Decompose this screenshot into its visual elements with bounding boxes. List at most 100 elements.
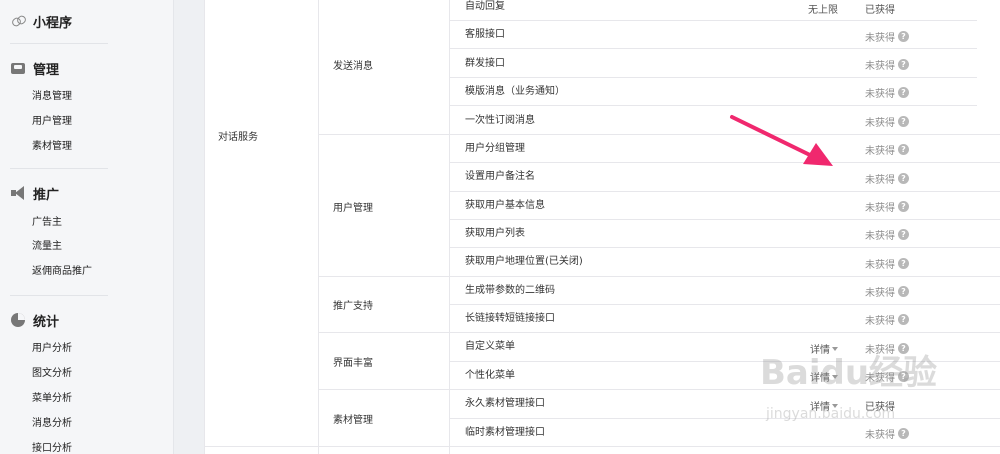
status-text: 未获得	[865, 175, 895, 186]
row-divider	[449, 20, 977, 21]
permission-status: 未获得?	[865, 171, 909, 186]
help-icon[interactable]: ?	[898, 87, 909, 98]
sidebar-item-user-analysis[interactable]: 用户分析	[32, 342, 72, 356]
nav-section-label: 管理	[33, 62, 60, 78]
status-text: 未获得	[865, 231, 895, 242]
permission-status: 未获得?	[865, 142, 909, 157]
category-promote-support: 推广支持	[333, 301, 373, 312]
permission-limit: 无上限	[808, 5, 838, 16]
group-divider	[205, 446, 1000, 447]
nav-section-label: 小程序	[33, 15, 73, 31]
nav-section-label: 统计	[33, 314, 60, 330]
permission-name: 个性化菜单	[465, 370, 515, 381]
sidebar-item-api-analysis[interactable]: 接口分析	[32, 442, 72, 454]
permission-name: 一次性订阅消息	[465, 115, 535, 126]
service-group-label: 对话服务	[218, 132, 258, 143]
megaphone-icon	[10, 185, 26, 201]
sidebar-item-material-manage[interactable]: 素材管理	[32, 140, 72, 154]
help-icon[interactable]: ?	[898, 201, 909, 212]
permission-name: 永久素材管理接口	[465, 398, 545, 409]
watermark-brand: Baidu经验	[760, 353, 937, 393]
help-icon[interactable]: ?	[898, 229, 909, 240]
help-icon[interactable]: ?	[898, 286, 909, 297]
permission-name: 获取用户列表	[465, 228, 525, 239]
divider	[10, 295, 108, 296]
status-text: 未获得	[865, 33, 895, 44]
help-icon[interactable]: ?	[898, 59, 909, 70]
help-icon[interactable]: ?	[898, 144, 909, 155]
sidebar: 小程序 管理 消息管理 用户管理 素材管理 推广 广告主 流量主 返佣商品推广 …	[0, 0, 174, 454]
sidebar-item-advertiser[interactable]: 广告主	[32, 216, 62, 230]
status-text: 未获得	[865, 61, 895, 72]
nav-section-miniprogram[interactable]: 小程序	[10, 11, 72, 31]
nav-section-manage[interactable]: 管理	[10, 58, 59, 78]
category-divider	[318, 332, 1000, 333]
permission-name: 设置用户备注名	[465, 171, 535, 182]
divider	[10, 43, 108, 44]
category-divider	[318, 134, 1000, 135]
watermark: Baidu经验 jingyan.baidu.com	[758, 344, 958, 444]
help-icon[interactable]: ?	[898, 314, 909, 325]
permission-name: 自定义菜单	[465, 341, 515, 352]
permission-status: 未获得?	[865, 312, 909, 327]
permission-name: 用户分组管理	[465, 143, 525, 154]
category-user-manage: 用户管理	[333, 203, 373, 214]
permission-status: 已获得	[865, 1, 895, 16]
status-text: 未获得	[865, 260, 895, 271]
permission-name: 获取用户地理位置(已关闭)	[465, 256, 583, 267]
permission-status: 未获得?	[865, 199, 909, 214]
category-material-manage: 素材管理	[333, 415, 373, 426]
row-divider	[449, 105, 977, 106]
row-divider	[449, 191, 1000, 192]
permission-status: 未获得?	[865, 57, 909, 72]
category-send-message: 发送消息	[333, 61, 373, 72]
sidebar-item-message-manage[interactable]: 消息管理	[32, 90, 72, 104]
row-divider	[449, 162, 1000, 163]
status-text: 未获得	[865, 288, 895, 299]
category-divider	[318, 276, 1000, 277]
status-text: 未获得	[865, 203, 895, 214]
nav-section-label: 推广	[33, 187, 60, 203]
nav-section-stats[interactable]: 统计	[10, 310, 59, 330]
permission-status: 未获得?	[865, 114, 909, 129]
permission-status: 未获得?	[865, 85, 909, 100]
row-divider	[449, 219, 1000, 220]
permission-name: 模版消息（业务通知）	[465, 86, 565, 97]
status-text: 未获得	[865, 316, 895, 327]
category-ui-enrich: 界面丰富	[333, 358, 373, 369]
column-divider	[318, 0, 319, 454]
sidebar-item-user-manage[interactable]: 用户管理	[32, 115, 72, 129]
status-text: 未获得	[865, 146, 895, 157]
help-icon[interactable]: ?	[898, 258, 909, 269]
row-divider	[449, 77, 977, 78]
nav-section-promote[interactable]: 推广	[10, 183, 59, 203]
permission-status: 未获得?	[865, 29, 909, 44]
status-text: 未获得	[865, 118, 895, 129]
permission-name: 获取用户基本信息	[465, 200, 545, 211]
divider	[10, 168, 108, 169]
permission-status: 未获得?	[865, 256, 909, 271]
permission-status: 未获得?	[865, 227, 909, 242]
permission-name: 生成带参数的二维码	[465, 285, 555, 296]
sidebar-item-commission[interactable]: 返佣商品推广	[32, 265, 92, 279]
permission-name: 自动回复	[465, 1, 505, 12]
status-text: 已获得	[865, 5, 895, 16]
permission-name: 群发接口	[465, 58, 505, 69]
sidebar-item-publisher[interactable]: 流量主	[32, 240, 62, 254]
sidebar-item-menu-analysis[interactable]: 菜单分析	[32, 392, 72, 406]
help-icon[interactable]: ?	[898, 31, 909, 42]
row-divider	[449, 48, 977, 49]
help-icon[interactable]: ?	[898, 173, 909, 184]
row-divider	[449, 247, 1000, 248]
link-icon	[10, 13, 26, 29]
permission-name: 临时素材管理接口	[465, 427, 545, 438]
pie-chart-icon	[10, 312, 26, 328]
help-icon[interactable]: ?	[898, 116, 909, 127]
permission-status: 未获得?	[865, 284, 909, 299]
row-divider	[449, 304, 1000, 305]
permission-name: 长链接转短链接接口	[465, 313, 555, 324]
inbox-icon	[10, 60, 26, 76]
column-divider	[449, 0, 450, 454]
sidebar-item-message-analysis[interactable]: 消息分析	[32, 417, 72, 431]
sidebar-item-article-analysis[interactable]: 图文分析	[32, 367, 72, 381]
